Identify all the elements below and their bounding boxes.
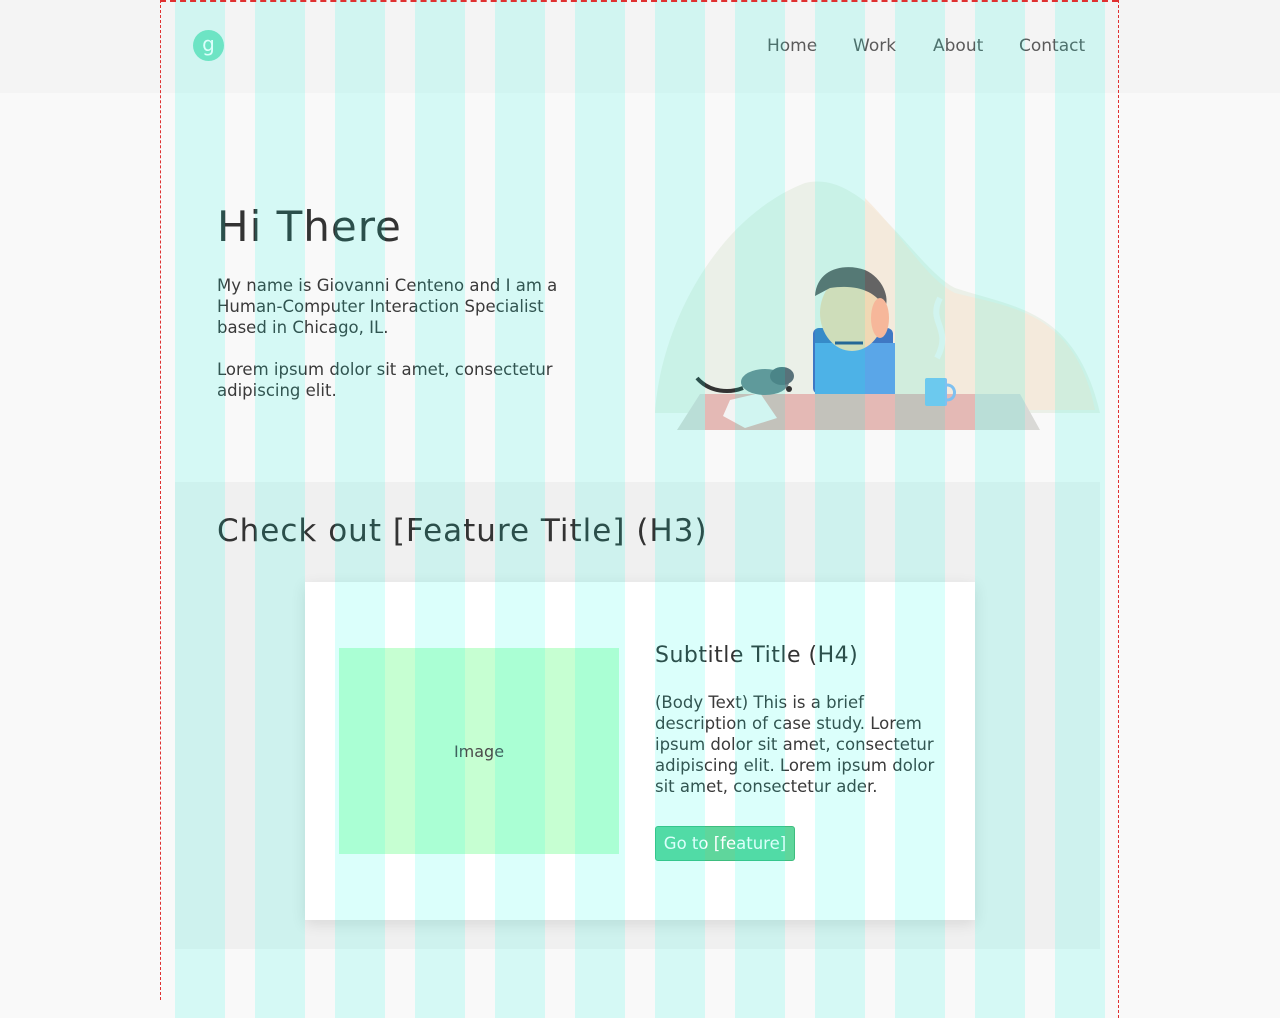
main-nav: Home Work About Contact xyxy=(0,36,1280,60)
feature-body-text: (Body Text) This is a brief description … xyxy=(655,693,935,796)
site-header: g Home Work About Contact xyxy=(0,0,1280,93)
nav-contact-link[interactable]: Contact xyxy=(1019,36,1085,56)
feature-title: Check out [Feature Title] (H3) xyxy=(217,513,708,549)
nav-work-link[interactable]: Work xyxy=(853,36,896,56)
page: g Home Work About Contact Hi There My na… xyxy=(0,0,1280,1018)
hero-intro-text: My name is Giovanni Centeno and I am a H… xyxy=(217,276,558,337)
nav-home-link[interactable]: Home xyxy=(767,36,817,56)
hero-illustration xyxy=(655,181,1100,430)
go-to-feature-button[interactable]: Go to [feature] xyxy=(655,826,795,861)
image-placeholder-label: Image xyxy=(453,741,505,761)
nav-about-link[interactable]: About xyxy=(933,36,983,56)
feature-subtitle: Subtitle Title (H4) xyxy=(655,643,859,668)
feature-image-placeholder: Image xyxy=(339,648,619,854)
left-guide-line xyxy=(160,0,161,1000)
right-guide-line xyxy=(1118,0,1119,1018)
illustration-warm-shade xyxy=(865,198,1095,410)
hero-lorem-text: Lorem ipsum dolor sit amet, consectetur … xyxy=(217,360,553,400)
go-to-feature-button-label: Go to [feature] xyxy=(663,834,787,853)
hero-title: Hi There xyxy=(217,202,402,251)
